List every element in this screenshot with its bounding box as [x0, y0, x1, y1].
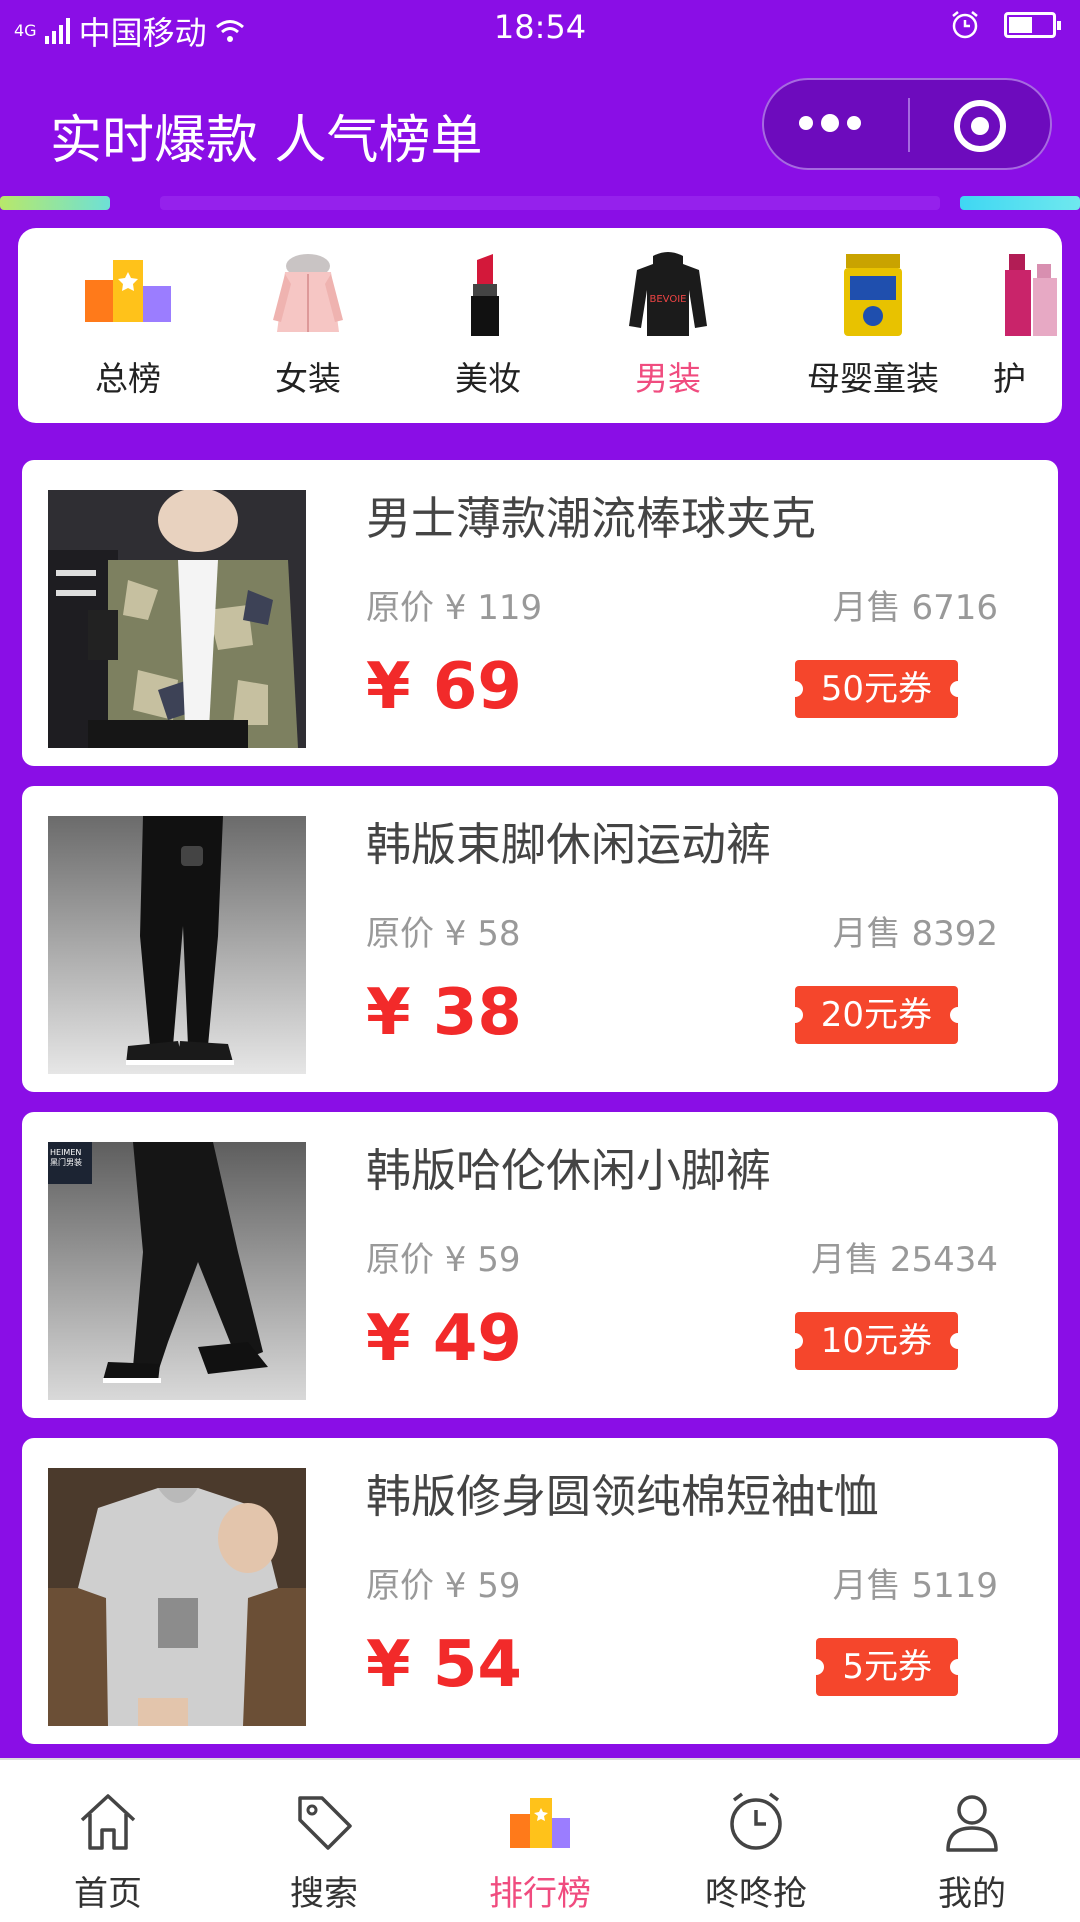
original-price: 原价 ¥ 59: [366, 1240, 521, 1280]
monthly-sales: 月售 6716: [832, 588, 998, 628]
category-label: 女装: [275, 359, 341, 398]
grey-tshirt-photo[interactable]: [48, 1468, 306, 1726]
category-label: 美妆: [455, 359, 521, 398]
tab-label: 我的: [938, 1874, 1006, 1914]
original-price: 原价 ¥ 58: [366, 914, 521, 954]
product-name: 男士薄款潮流棒球夹克: [366, 492, 817, 545]
brand-watermark: HEIMEN 黑门男装: [50, 1148, 82, 1167]
tab-flash-sale[interactable]: 咚咚抢: [648, 1790, 864, 1915]
category-item-mens[interactable]: BEVOIE 男装: [588, 250, 748, 400]
category-label: 总榜: [95, 359, 161, 398]
lipstick-icon: [443, 250, 533, 340]
capsule-divider: [908, 98, 910, 152]
mens-hoodie-icon: BEVOIE: [623, 250, 713, 340]
category-item-beauty[interactable]: 美妆: [408, 250, 568, 400]
milk-powder-icon: [828, 250, 918, 340]
womens-coat-icon: [263, 250, 353, 340]
coupon-badge[interactable]: 10元券: [786, 1312, 967, 1370]
coupon-badge[interactable]: 5元券: [808, 1638, 966, 1696]
tab-label: 咚咚抢: [705, 1874, 807, 1914]
banner-decoration: [160, 196, 940, 210]
sale-price: ¥ 69: [366, 650, 522, 724]
category-label: 男装: [635, 359, 701, 398]
more-menu-icon[interactable]: [799, 114, 861, 132]
status-bar: 4G 中国移动 18:54: [0, 0, 1080, 58]
category-item-all[interactable]: 总榜: [48, 250, 208, 400]
tag-icon: [292, 1790, 356, 1854]
category-item-care[interactable]: 护: [993, 250, 1062, 400]
product-card[interactable]: 韩版束脚休闲运动裤 原价 ¥ 58 月售 8392 ¥ 38 20元券: [22, 786, 1058, 1092]
monthly-sales: 月售 8392: [832, 914, 998, 954]
original-price: 原价 ¥ 59: [366, 1566, 521, 1606]
banner-decoration: [960, 196, 1080, 210]
product-card[interactable]: 男士薄款潮流棒球夹克 原价 ¥ 119 月售 6716 ¥ 69 50元券: [22, 460, 1058, 766]
podium-icon: [83, 250, 173, 340]
category-label: 护: [993, 359, 1026, 398]
banner-decoration: [0, 196, 110, 210]
close-miniprogram-icon[interactable]: [954, 100, 1006, 152]
sale-price: ¥ 38: [366, 976, 522, 1050]
black-joggers-photo[interactable]: [48, 816, 306, 1074]
nav-header: 实时爆款 人气榜单: [0, 58, 1080, 198]
page-title: 实时爆款 人气榜单: [50, 111, 483, 171]
product-card[interactable]: HEIMEN 黑门男装 韩版哈伦休闲小脚裤 原价 ¥ 59 月售 25434 ¥…: [22, 1112, 1058, 1418]
home-icon: [76, 1790, 140, 1854]
tab-label: 搜索: [290, 1874, 358, 1914]
category-strip[interactable]: 总榜 女装 美妆 BEVOIE 男装 母婴童装 护: [18, 228, 1062, 423]
alarm-clock-icon: [724, 1790, 788, 1854]
coupon-badge[interactable]: 20元券: [786, 986, 967, 1044]
category-item-baby[interactable]: 母婴童装: [768, 250, 978, 400]
sale-price: ¥ 49: [366, 1302, 522, 1376]
tab-search[interactable]: 搜索: [216, 1790, 432, 1915]
coupon-badge[interactable]: 50元券: [786, 660, 967, 718]
bottom-tab-bar: 首页 搜索 排行榜 咚咚抢 我的: [0, 1758, 1080, 1922]
category-label: 母婴童装: [807, 359, 939, 398]
status-time: 18:54: [493, 8, 587, 46]
battery-level: [1009, 17, 1032, 33]
tab-label: 排行榜: [489, 1874, 591, 1914]
product-card[interactable]: 韩版修身圆领纯棉短袖t恤 原价 ¥ 59 月售 5119 ¥ 54 5元券: [22, 1438, 1058, 1744]
monthly-sales: 月售 25434: [811, 1240, 998, 1280]
tab-label: 首页: [74, 1874, 142, 1914]
battery-icon: [1004, 12, 1061, 38]
category-item-womens[interactable]: 女装: [228, 250, 388, 400]
sale-price: ¥ 54: [366, 1628, 522, 1702]
podium-icon: [508, 1790, 572, 1854]
user-icon: [940, 1790, 1004, 1854]
status-right: [950, 10, 1061, 40]
original-price: 原价 ¥ 119: [366, 588, 543, 628]
product-name: 韩版哈伦休闲小脚裤: [366, 1144, 772, 1197]
svg-text:BEVOIE: BEVOIE: [650, 294, 687, 305]
alarm-icon: [952, 11, 978, 39]
skincare-bottle-icon: [1003, 250, 1062, 340]
tab-home[interactable]: 首页: [0, 1790, 216, 1915]
product-name: 韩版修身圆领纯棉短袖t恤: [366, 1470, 879, 1523]
tab-profile[interactable]: 我的: [864, 1790, 1080, 1915]
product-name: 韩版束脚休闲运动裤: [366, 818, 772, 871]
monthly-sales: 月售 5119: [832, 1566, 998, 1606]
camo-jacket-photo[interactable]: [48, 490, 306, 748]
miniprogram-capsule: [762, 78, 1052, 170]
tab-ranking[interactable]: 排行榜: [432, 1790, 648, 1915]
harem-pants-photo[interactable]: HEIMEN 黑门男装: [48, 1142, 306, 1400]
